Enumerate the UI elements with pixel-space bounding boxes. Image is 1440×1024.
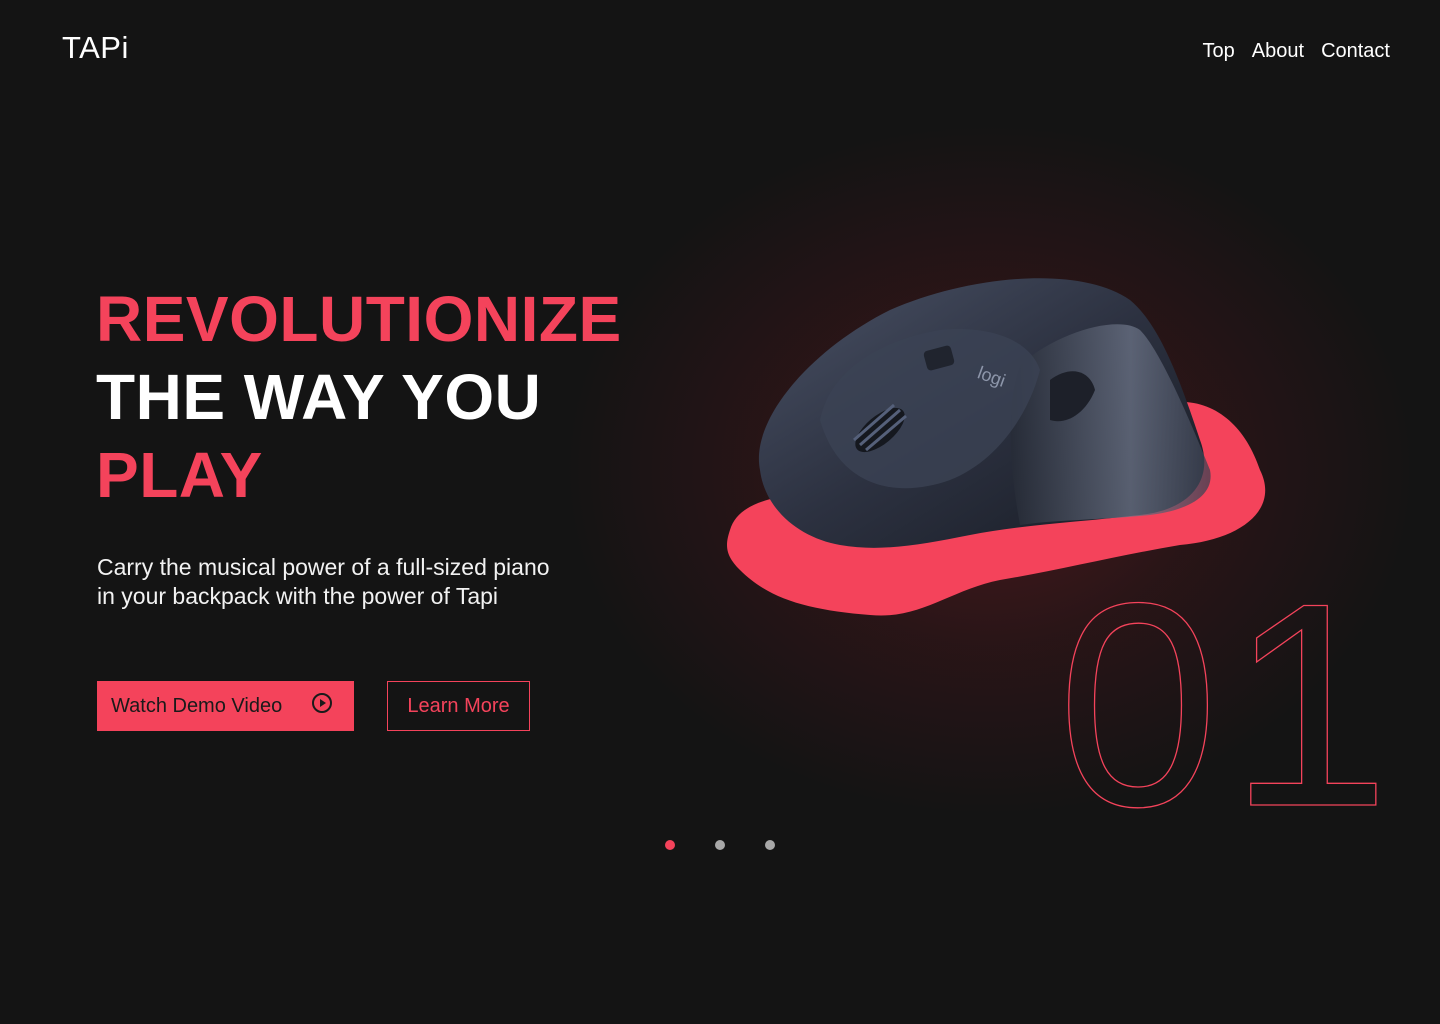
learn-more-button[interactable]: Learn More	[387, 681, 530, 731]
nav-link-top[interactable]: Top	[1203, 40, 1235, 63]
hero-headline: REVOLUTIONIZE THE WAY YOU PLAY	[96, 280, 622, 514]
hero-subtitle: Carry the musical power of a full-sized …	[97, 554, 550, 609]
carousel-dot-3[interactable]	[765, 840, 775, 850]
landing-page: TAPi Top About Contact REVOLUTIONIZE THE…	[0, 0, 1440, 1024]
watch-demo-button[interactable]: Watch Demo Video	[97, 681, 354, 731]
top-nav: Top About Contact	[1203, 40, 1390, 63]
brand-logo[interactable]: TAPi	[62, 30, 129, 66]
headline-line-1: REVOLUTIONIZE	[96, 283, 622, 355]
carousel-dot-2[interactable]	[715, 840, 725, 850]
play-circle-icon	[311, 692, 333, 720]
carousel-dots	[665, 840, 775, 850]
carousel-dot-1[interactable]	[665, 840, 675, 850]
nav-link-about[interactable]: About	[1252, 40, 1304, 63]
headline-line-2: THE WAY YOU	[96, 361, 542, 433]
watch-demo-label: Watch Demo Video	[111, 694, 283, 717]
headline-line-3: PLAY	[96, 439, 263, 511]
slide-number: 01	[1057, 543, 1400, 867]
nav-link-contact[interactable]: Contact	[1321, 40, 1390, 63]
mouse-thumb-side	[1010, 324, 1211, 525]
